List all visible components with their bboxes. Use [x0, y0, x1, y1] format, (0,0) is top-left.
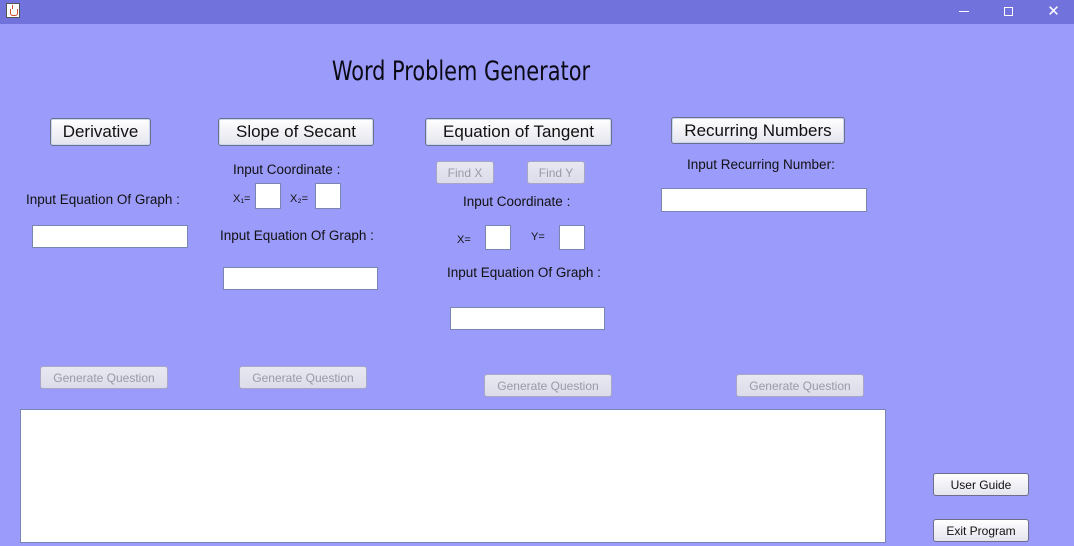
recurring-input-label: Input Recurring Number: — [687, 157, 835, 172]
recurring-generate-button[interactable]: Generate Question — [736, 374, 864, 397]
tangent-x-input[interactable] — [485, 225, 511, 250]
tangent-generate-button[interactable]: Generate Question — [484, 374, 612, 397]
java-app-icon — [6, 3, 20, 18]
recurring-number-input[interactable] — [661, 188, 867, 212]
exit-program-button[interactable]: Exit Program — [933, 519, 1029, 542]
tangent-y-label: Y= — [531, 231, 545, 243]
window-titlebar: ✕ — [0, 0, 1074, 24]
minimize-icon — [958, 10, 969, 12]
find-x-button[interactable]: Find X — [436, 161, 494, 184]
close-button[interactable]: ✕ — [1031, 0, 1074, 22]
secant-equation-label: Input Equation Of Graph : — [220, 228, 374, 243]
secant-x2-label: X₂= — [290, 193, 309, 205]
find-y-button[interactable]: Find Y — [527, 161, 585, 184]
derivative-equation-input[interactable] — [32, 225, 188, 248]
derivative-generate-button[interactable]: Generate Question — [40, 366, 168, 389]
tangent-x-label: X= — [457, 234, 471, 246]
secant-x1-input[interactable] — [255, 183, 281, 209]
recurring-numbers-button[interactable]: Recurring Numbers — [671, 117, 845, 144]
tangent-coordinate-label: Input Coordinate : — [463, 194, 571, 209]
user-guide-button[interactable]: User Guide — [933, 473, 1029, 496]
maximize-button[interactable] — [986, 0, 1031, 22]
derivative-equation-label: Input Equation Of Graph : — [26, 192, 180, 207]
derivative-button[interactable]: Derivative — [50, 118, 151, 146]
secant-x1-label: X₁= — [233, 193, 251, 205]
tangent-equation-input[interactable] — [450, 307, 605, 330]
minimize-button[interactable] — [941, 0, 986, 22]
output-text-area[interactable] — [20, 409, 886, 543]
equation-of-tangent-button[interactable]: Equation of Tangent — [425, 118, 612, 146]
secant-coordinate-label: Input Coordinate : — [233, 162, 341, 177]
tangent-y-input[interactable] — [559, 225, 585, 250]
tangent-equation-label: Input Equation Of Graph : — [447, 265, 601, 280]
secant-x2-input[interactable] — [315, 183, 341, 209]
maximize-icon — [1004, 6, 1013, 16]
secant-generate-button[interactable]: Generate Question — [239, 366, 367, 389]
app-title: Word Problem Generator — [331, 56, 591, 87]
close-icon: ✕ — [1047, 1, 1060, 20]
secant-equation-input[interactable] — [223, 267, 378, 290]
slope-of-secant-button[interactable]: Slope of Secant — [218, 118, 374, 146]
